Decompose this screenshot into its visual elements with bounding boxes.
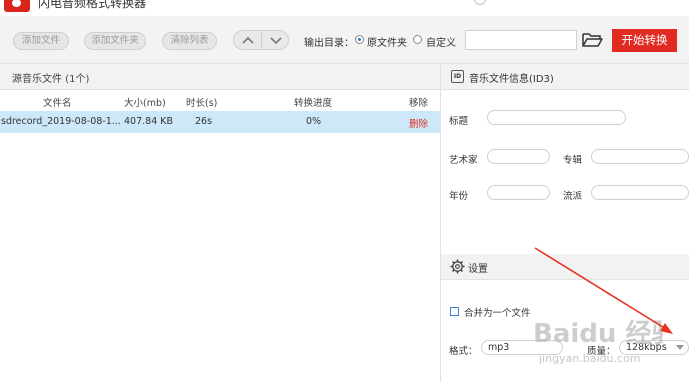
radio-custom-label[interactable]: 自定义 (426, 34, 456, 49)
move-buttons (233, 30, 289, 50)
right-panel: ID 音乐文件信息(ID3) 标题 艺术家 专辑 年份 流派 设置 合并为一个文… (441, 64, 689, 382)
delete-link[interactable]: 删除 (409, 116, 428, 130)
cell-duration: 26s (195, 116, 213, 127)
format-label: 格式： (449, 346, 478, 357)
move-buttons-separator (261, 33, 262, 47)
id3-info-header: ID 音乐文件信息(ID3) (441, 64, 689, 90)
app-logo-icon (4, 0, 30, 12)
column-header-filename: 文件名 (43, 98, 72, 109)
radio-original-folder-label[interactable]: 原文件夹 (367, 34, 407, 49)
source-files-panel: 源音乐文件 (1个) 文件名 大小(mb) 时长(s) 转换进度 移除 sdre… (0, 64, 440, 382)
app-title: 闪电音频格式转换器 (38, 0, 147, 10)
artist-field[interactable] (487, 149, 550, 164)
year-field[interactable] (487, 185, 550, 200)
start-convert-button[interactable]: 开始转换 (612, 29, 677, 52)
genre-field[interactable] (591, 185, 689, 200)
move-down-icon[interactable] (264, 32, 288, 49)
cell-filename: sdrecord_2019-08-08-1... (1, 116, 121, 127)
output-dir-label: 输出目录： (304, 38, 354, 49)
gear-icon (450, 259, 465, 274)
quality-select-value: 128kbps (626, 342, 667, 353)
title-field-label: 标题 (449, 116, 469, 127)
column-header-progress: 转换进度 (294, 98, 333, 109)
settings-title: 设置 (468, 264, 488, 275)
radio-custom[interactable] (413, 35, 422, 44)
genre-field-label: 流派 (563, 191, 583, 202)
format-select[interactable]: mp3 (481, 340, 563, 355)
artist-field-label: 艺术家 (449, 155, 478, 166)
album-field[interactable] (591, 149, 689, 164)
id-badge-icon: ID (451, 70, 464, 83)
move-up-icon[interactable] (236, 32, 260, 49)
year-field-label: 年份 (449, 191, 469, 202)
source-files-title: 源音乐文件 (1个) (12, 74, 90, 85)
output-path-input[interactable] (465, 30, 577, 50)
radio-original-folder[interactable] (355, 35, 364, 44)
chevron-down-icon[interactable] (676, 345, 684, 350)
column-header-size: 大小(mb) (124, 98, 166, 109)
cell-size: 407.84 KB (124, 116, 174, 127)
title-field[interactable] (487, 110, 626, 125)
quality-select[interactable]: 128kbps (619, 340, 689, 355)
cell-progress: 0% (306, 116, 322, 127)
titlebar-control-icon[interactable] (474, 0, 486, 5)
merge-checkbox-label[interactable]: 合并为一个文件 (464, 305, 531, 319)
clear-list-button[interactable]: 清除列表 (162, 32, 217, 50)
folder-open-icon[interactable] (581, 31, 603, 49)
add-folder-button[interactable]: 添加文件夹 (84, 32, 146, 50)
title-bar: 闪电音频格式转换器 (0, 0, 689, 16)
table-row[interactable]: sdrecord_2019-08-08-1... 407.84 KB 26s 0… (0, 111, 440, 133)
album-field-label: 专辑 (563, 155, 583, 166)
id3-info-title: 音乐文件信息(ID3) (469, 74, 554, 85)
format-select-value: mp3 (488, 342, 510, 353)
quality-label: 质量： (587, 346, 616, 357)
settings-header: 设置 (441, 254, 689, 280)
column-header-remove: 移除 (409, 98, 429, 109)
add-file-button[interactable]: 添加文件 (13, 32, 69, 50)
toolbar: 添加文件 添加文件夹 清除列表 输出目录： 原文件夹 自定义 开始转换 (0, 16, 689, 64)
merge-checkbox[interactable] (450, 307, 459, 316)
source-files-header: 源音乐文件 (1个) (0, 64, 440, 90)
column-header-duration: 时长(s) (186, 98, 218, 109)
